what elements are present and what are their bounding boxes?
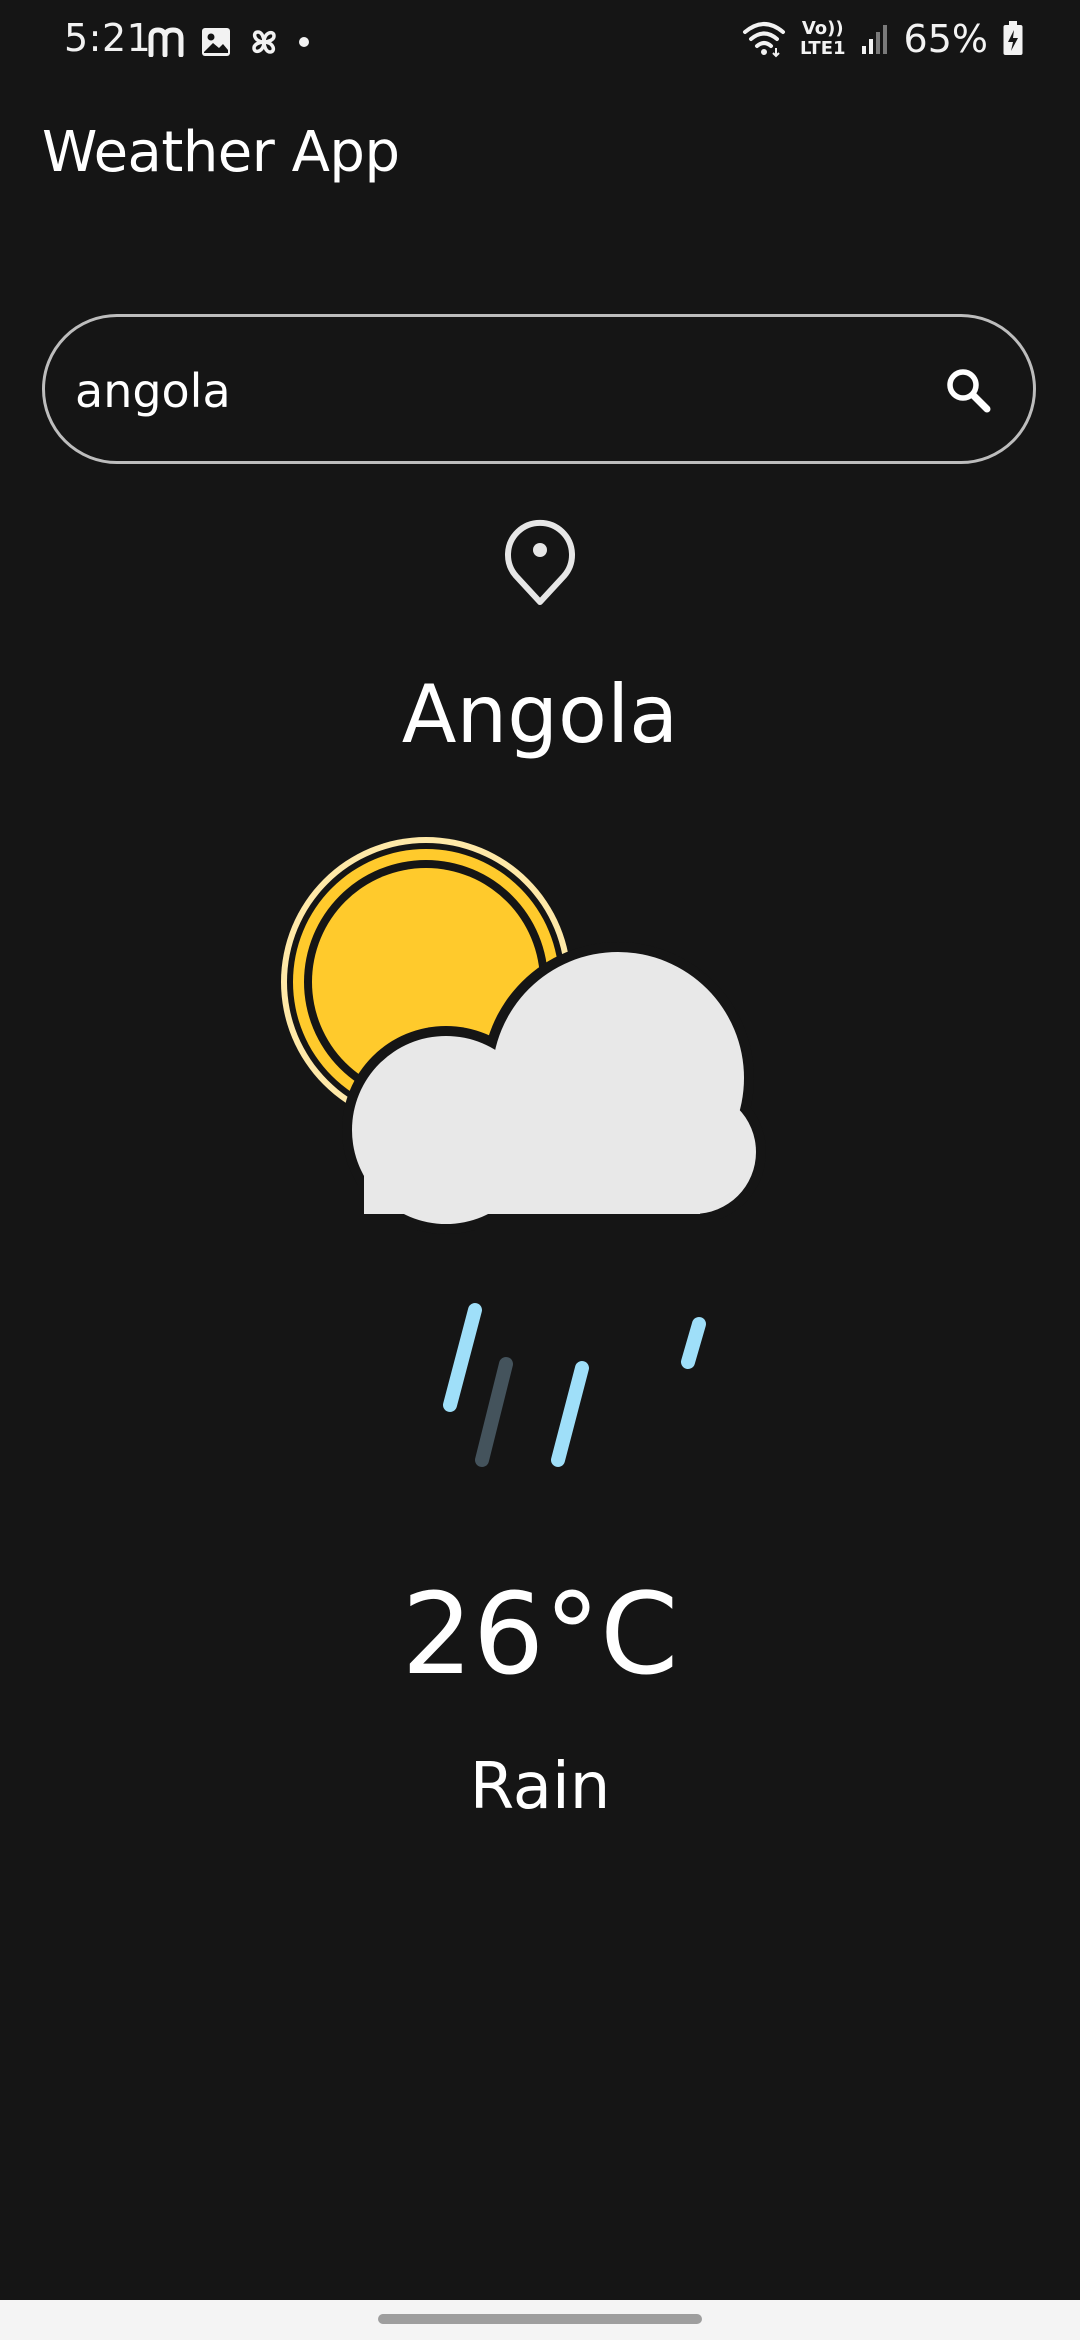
app-title: Weather App <box>42 120 400 185</box>
wifi-icon <box>742 22 785 58</box>
sun-cloud-rain-icon <box>281 837 766 1467</box>
signal-icon <box>861 25 887 54</box>
status-bar: 5:21 Vo)) LTE1 65% <box>0 0 1080 80</box>
dot-icon <box>299 37 309 47</box>
search-input[interactable] <box>75 347 925 435</box>
volte-icon: Vo)) LTE1 <box>800 19 846 59</box>
location-pin-icon <box>505 519 575 605</box>
navigation-bar <box>0 2300 1080 2340</box>
m-icon <box>148 27 184 57</box>
temperature: 26°C <box>401 1570 679 1700</box>
battery-charging-icon <box>1003 21 1023 55</box>
city-name: Angola <box>401 668 679 761</box>
weather-condition: Rain <box>469 1750 611 1824</box>
notification-icons <box>148 20 312 64</box>
weather-screen: 5:21 Vo)) LTE1 65% Weather App angola An… <box>0 0 1080 2340</box>
pinwheel-icon <box>252 30 276 54</box>
lte-label: LTE1 <box>799 38 846 59</box>
status-time: 5:21 <box>64 16 152 60</box>
home-indicator[interactable] <box>378 2314 702 2324</box>
search-button[interactable] <box>937 359 999 421</box>
search-icon <box>947 369 991 413</box>
battery-percent: 65% <box>903 17 988 61</box>
status-right: Vo)) LTE1 65% <box>742 14 1024 64</box>
search-box <box>42 314 1036 464</box>
volte-label: Vo)) <box>801 18 844 39</box>
gallery-icon <box>202 28 230 56</box>
